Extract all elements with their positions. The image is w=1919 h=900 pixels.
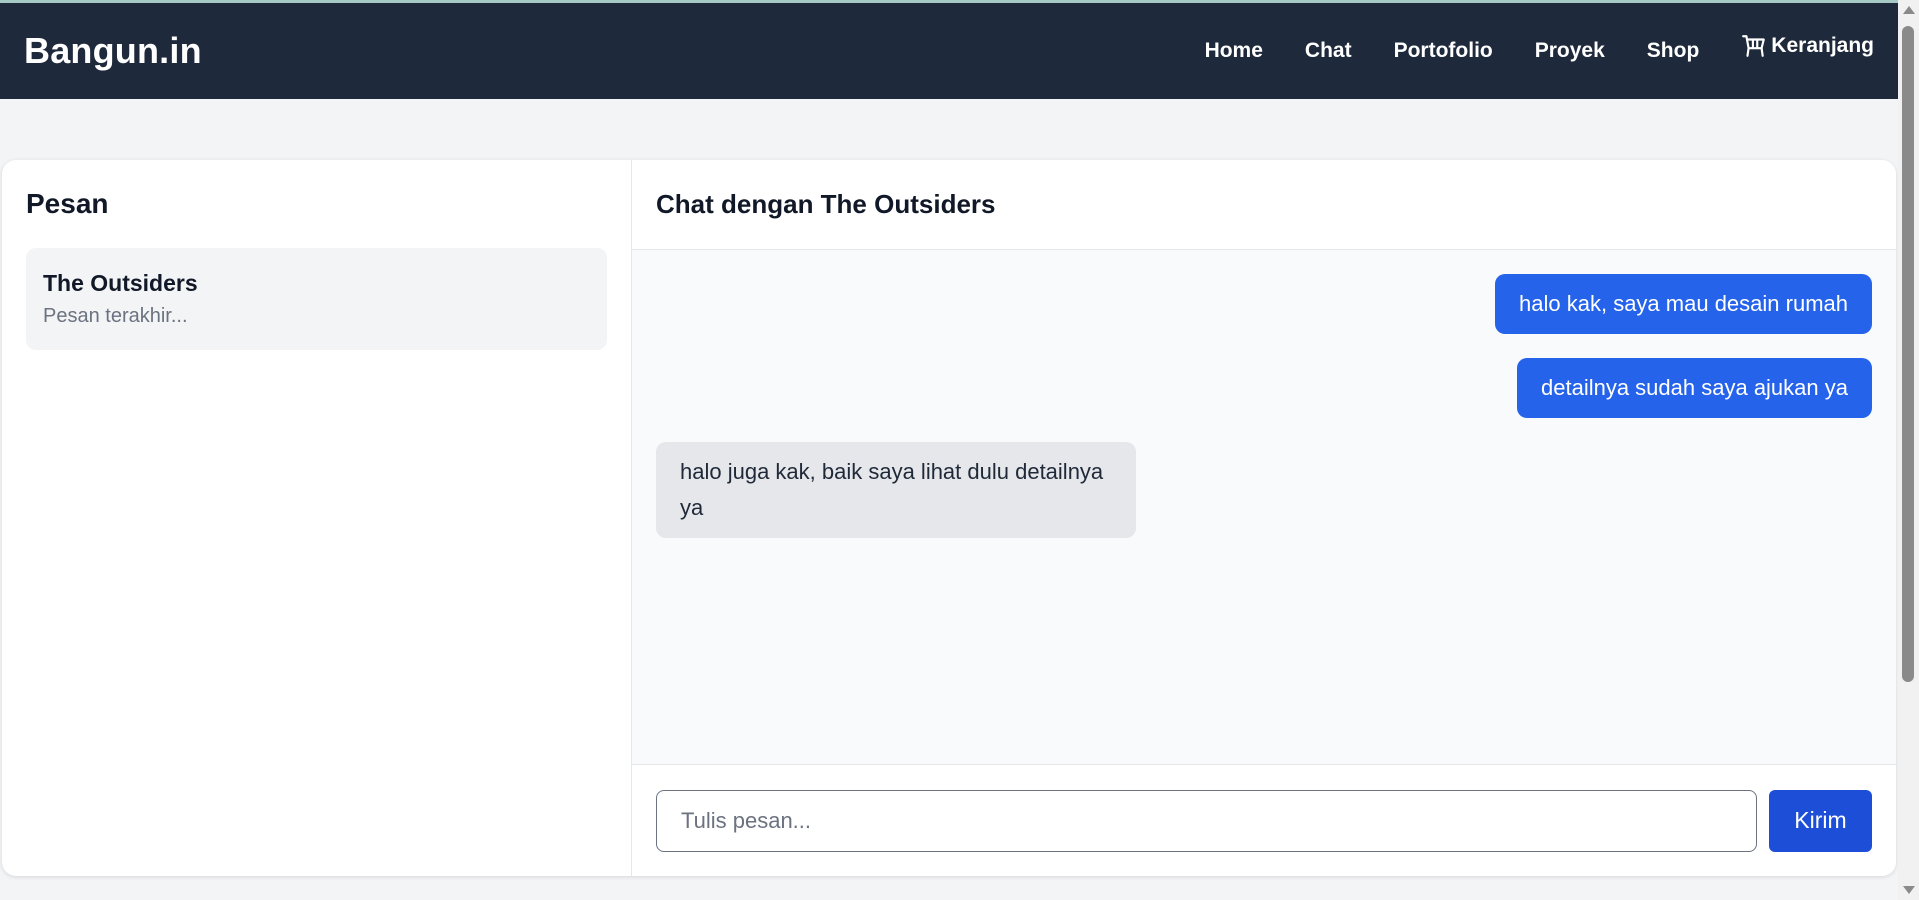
shopping-cart-icon xyxy=(1742,35,1766,57)
message-list[interactable]: halo kak, saya mau desain rumah detailny… xyxy=(632,250,1896,764)
nav-link-shop[interactable]: Shop xyxy=(1647,39,1700,63)
sidebar-title: Pesan xyxy=(26,188,109,219)
page-scrollbar[interactable] xyxy=(1898,0,1919,900)
conversation-sidebar: Pesan The Outsiders Pesan terakhir... xyxy=(2,160,632,876)
nav-link-proyek[interactable]: Proyek xyxy=(1535,39,1605,63)
conversation-name: The Outsiders xyxy=(43,270,198,296)
nav-link-portofolio[interactable]: Portofolio xyxy=(1394,39,1493,63)
chat-card: Pesan The Outsiders Pesan terakhir... Ch… xyxy=(2,160,1896,876)
conversation-preview: Pesan terakhir... xyxy=(43,305,188,327)
chat-title: Chat dengan The Outsiders xyxy=(656,189,996,219)
send-button[interactable]: Kirim xyxy=(1769,789,1872,852)
cart-label: Keranjang xyxy=(1771,34,1874,57)
brand-logo[interactable]: Bangun.in xyxy=(24,30,202,72)
scroll-up-arrow-icon[interactable] xyxy=(1903,6,1915,14)
chat-panel: Chat dengan The Outsiders halo kak, saya… xyxy=(632,160,1896,876)
nav-links: Home Chat Portofolio Proyek Shop Keranja… xyxy=(1205,34,1874,63)
message-composer: Kirim xyxy=(632,764,1896,876)
message-outgoing: detailnya sudah saya ajukan ya xyxy=(1517,358,1872,418)
conversation-item[interactable]: The Outsiders Pesan terakhir... xyxy=(26,248,607,350)
message-incoming: halo juga kak, baik saya lihat dulu deta… xyxy=(656,442,1136,538)
nav-link-chat[interactable]: Chat xyxy=(1305,39,1352,63)
scroll-down-arrow-icon[interactable] xyxy=(1903,886,1915,894)
chat-header: Chat dengan The Outsiders xyxy=(632,160,1896,250)
nav-link-home[interactable]: Home xyxy=(1205,39,1263,63)
navbar: Bangun.in Home Chat Portofolio Proyek Sh… xyxy=(0,3,1898,99)
scroll-thumb[interactable] xyxy=(1902,26,1914,682)
cart-link[interactable]: Keranjang xyxy=(1741,33,1874,59)
message-input[interactable] xyxy=(656,789,1757,852)
message-outgoing: halo kak, saya mau desain rumah xyxy=(1495,274,1872,334)
